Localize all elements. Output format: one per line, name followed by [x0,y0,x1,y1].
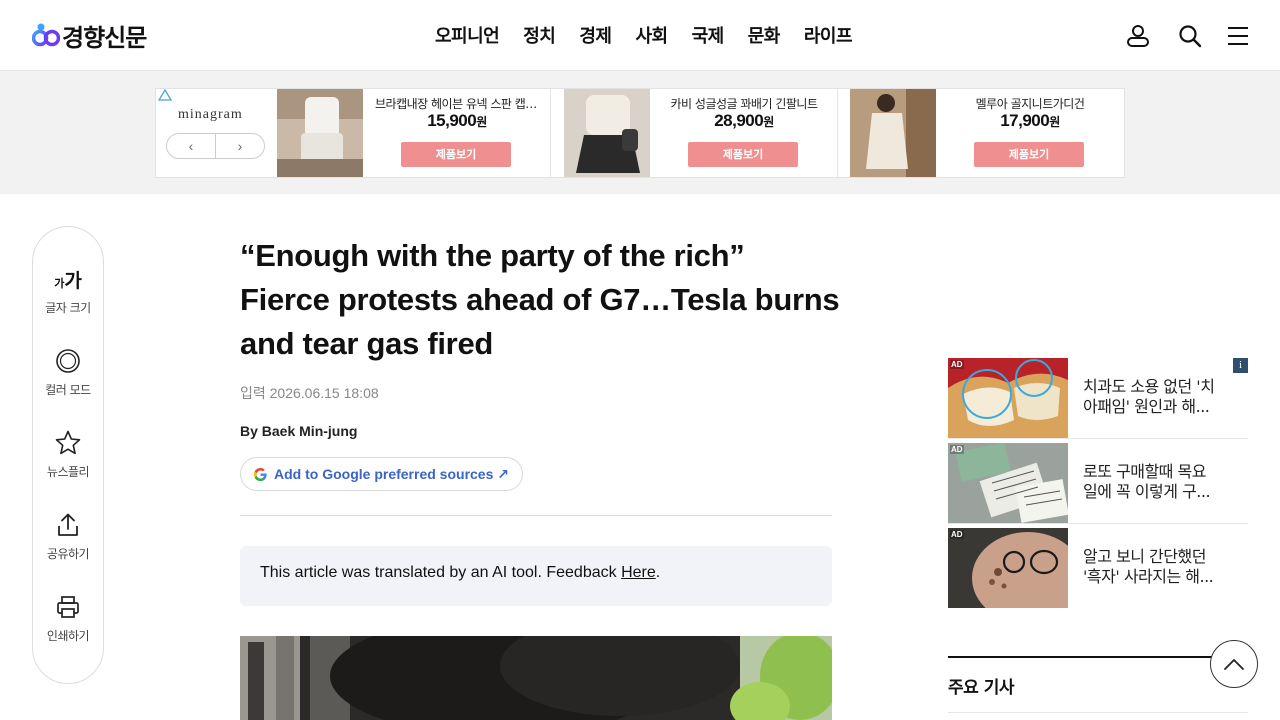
nav-item-culture[interactable]: 문화 [748,22,781,48]
view-product-button[interactable]: 제품보기 [401,142,511,167]
sponsored-item[interactable]: AD 치과도 소용 없던 '치 아패임' 원인과 해... [948,358,1248,438]
top-news-divider [948,712,1248,713]
ad-product[interactable]: 멜루아 골지니트가디건 17,900원 제품보기 [850,89,1124,177]
chevron-up-icon [1224,659,1244,670]
star-icon [55,430,81,455]
chevron-right-icon[interactable]: › [216,134,264,158]
product-image [564,89,650,177]
site-header: 경향신문 오피니언 정치 경제 사회 국제 문화 라이프 [0,0,1280,71]
color-mode-icon [56,349,80,373]
bookmark-label: 뉴스플리 [46,465,90,479]
article-byline[interactable]: By Baek Min-jung [240,423,357,439]
font-size-label: 글자 크기 [45,301,91,315]
ad-brand-name: minagram [178,107,243,122]
sponsored-item[interactable]: AD 알고 보니 간단했던 '흑자' 사라지는 해... [948,528,1248,608]
rail-divider [948,523,1248,524]
ad-carousel-arrows: ‹ › [166,133,265,159]
product-name: 멜루아 골지니트가디건 [975,97,1085,111]
chevron-left-icon[interactable]: ‹ [167,134,216,158]
top-news-heading: 주요 기사 [948,678,1014,698]
rail-divider [948,438,1248,439]
nav-item-politics[interactable]: 정치 [523,22,556,48]
print-label: 인쇄하기 [46,629,90,643]
product-price: 28,900원 [714,111,774,130]
google-icon [253,467,267,481]
print-button[interactable]: 인쇄하기 [33,593,103,644]
ad-choice-icon[interactable] [158,89,172,101]
scroll-to-top-button[interactable] [1210,640,1258,688]
font-size-icon: 가가 [54,269,82,292]
sponsored-image [948,528,1068,608]
google-button-label: Add to Google preferred sources ↗ [274,465,509,482]
product-price: 15,900원 [427,111,487,130]
search-icon[interactable] [1177,23,1203,49]
share-icon [58,513,78,536]
ai-note-end: . [655,564,661,581]
feedback-link[interactable]: Here [621,564,656,581]
sponsored-image [948,443,1068,523]
nav-item-life[interactable]: 라이프 [804,22,853,48]
infinity-logo-icon [32,23,60,47]
logo-text: 경향신문 [62,23,147,52]
font-size-button[interactable]: 가가 글자 크기 [33,265,103,316]
color-mode-button[interactable]: 컬러 모드 [33,347,103,398]
article-headline: “Enough with the party of the rich” Fier… [240,238,840,361]
sponsored-item[interactable]: AD 로또 구매할때 목요 일에 꼭 이렇게 구... [948,443,1248,523]
nav-item-society[interactable]: 사회 [636,22,669,48]
share-label: 공유하기 [46,547,90,561]
google-preferred-sources-button[interactable]: Add to Google preferred sources ↗ [240,457,523,491]
nav-item-international[interactable]: 국제 [692,22,725,48]
printer-icon [57,596,79,618]
ad-tag: AD [950,445,964,454]
product-name: 브라캡내장 헤이븐 유넥 스판 캡나시 [375,97,539,111]
top-ad-band: minagram ‹ › 브라캡내장 헤이븐 유넥 스판 캡나시 15,900원… [0,71,1280,194]
nav-item-economy[interactable]: 경제 [579,22,612,48]
ai-translation-notice: This article was translated by an AI too… [240,546,832,606]
sponsored-title: 치과도 소용 없던 '치 아패임' 원인과 해... [1083,377,1215,416]
article-dateline: 입력 2026.06.15 18:08 [240,385,379,401]
site-logo[interactable]: 경향신문 [32,20,147,52]
ad-product[interactable]: 브라캡내장 헤이븐 유넥 스판 캡나시 15,900원 제품보기 [277,89,551,177]
sponsored-title: 로또 구매할때 목요 일에 꼭 이렇게 구... [1083,462,1211,501]
bookmark-button[interactable]: 뉴스플리 [33,429,103,480]
product-name: 카비 성글성글 꽈배기 긴팔니트 [670,97,818,111]
view-product-button[interactable]: 제품보기 [688,142,798,167]
ad-tag: AD [950,360,964,369]
color-mode-label: 컬러 모드 [45,383,91,397]
nav-item-opinion[interactable]: 오피니언 [435,22,500,48]
user-icon[interactable] [1125,23,1151,49]
ad-product[interactable]: 카비 성글성글 꽈배기 긴팔니트 28,900원 제품보기 [564,89,838,177]
sponsored-title: 알고 보니 간단했던 '흑자' 사라지는 해... [1083,547,1214,586]
ai-note-text: This article was translated by an AI too… [260,564,622,581]
article-photo[interactable] [240,636,832,720]
menu-icon[interactable] [1225,23,1251,49]
sponsored-image [948,358,1068,438]
ad-brand-panel: minagram ‹ › [156,89,276,177]
main-nav: 오피니언 정치 경제 사회 국제 문화 라이프 [435,22,876,48]
share-button[interactable]: 공유하기 [33,511,103,562]
product-image [850,89,936,177]
shopping-ad-banner[interactable]: minagram ‹ › 브라캡내장 헤이븐 유넥 스판 캡나시 15,900원… [155,88,1125,178]
article-side-toolbar: 가가 글자 크기 컬러 모드 뉴스플리 공유하기 인쇄하기 [32,226,104,684]
article-divider [240,515,832,516]
ad-tag: AD [950,530,964,539]
product-price: 17,900원 [1000,111,1060,130]
top-news-rule [948,656,1248,658]
view-product-button[interactable]: 제품보기 [974,142,1084,167]
product-image [277,89,363,177]
